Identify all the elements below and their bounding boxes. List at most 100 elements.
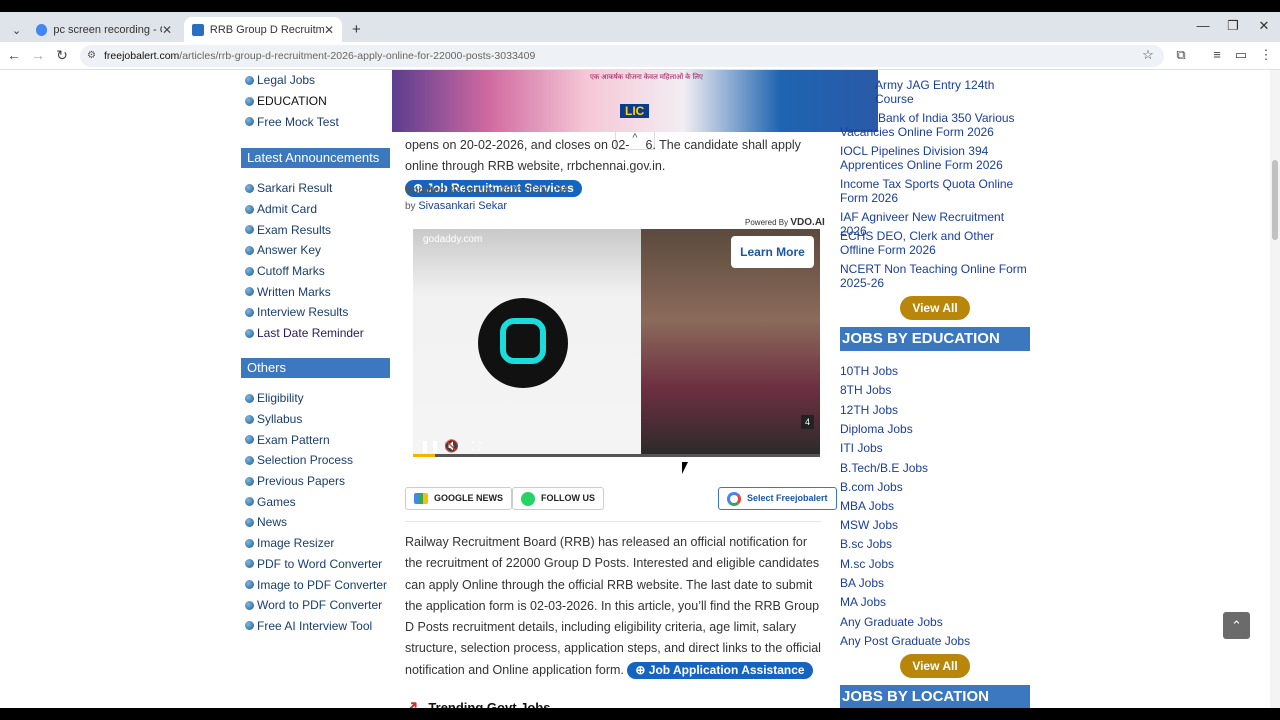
author-link[interactable]: Sivasankari Sekar: [418, 200, 507, 212]
minimize-icon[interactable]: —: [1188, 12, 1218, 40]
edu-item-iti[interactable]: ITI Jobs: [840, 441, 883, 455]
site-info-icon[interactable]: ⚙: [87, 45, 96, 67]
close-tab-icon[interactable]: ✕: [162, 23, 172, 37]
nav-item-free-mock-test[interactable]: Free Mock Test: [241, 111, 339, 132]
edu-item-10th[interactable]: 10TH Jobs: [840, 364, 898, 378]
video-progress-bar[interactable]: [413, 454, 820, 457]
nav-item-syllabus[interactable]: Syllabus: [241, 409, 387, 430]
right-link-ncert[interactable]: NCERT Non Teaching Online Form 2025-26: [840, 262, 1030, 290]
right-link-iocl[interactable]: IOCL Pipelines Division 394 Apprentices …: [840, 144, 1030, 172]
google-news-icon: [414, 493, 428, 504]
nav-item-news[interactable]: News: [241, 512, 387, 533]
nav-item-answer-key[interactable]: Answer Key: [241, 240, 364, 261]
article-paragraph: Railway Recruitment Board (RRB) has rele…: [405, 535, 821, 679]
lic-logo: LIC: [620, 104, 650, 118]
trending-arrow-icon: ↗: [405, 699, 419, 708]
google-news-button[interactable]: GOOGLE NEWS: [405, 487, 513, 510]
bullet-icon: [245, 266, 254, 276]
tab-search-button[interactable]: ⌄: [4, 18, 24, 43]
freejobalert-favicon-icon: [192, 23, 204, 36]
nav-item-pdf-to-word[interactable]: PDF to Word Converter: [241, 554, 387, 575]
media-control-icon[interactable]: ≡: [1207, 47, 1227, 62]
job-application-assistance-button[interactable]: ⊕ Job Application Assistance: [627, 661, 813, 679]
video-counter: 4: [801, 415, 815, 429]
nav-item-exam-pattern[interactable]: Exam Pattern: [241, 429, 387, 450]
scrollbar-thumb[interactable]: [1272, 160, 1278, 240]
reload-icon[interactable]: ↻: [52, 47, 72, 64]
bullet-icon: [245, 414, 254, 424]
fullscreen-icon[interactable]: ⛶: [472, 439, 480, 454]
menu-icon[interactable]: ⋮: [1256, 47, 1276, 63]
close-tab-icon[interactable]: ✕: [324, 23, 334, 37]
nav-item-exam-results[interactable]: Exam Results: [241, 219, 364, 240]
nav-item-sarkari-result[interactable]: Sarkari Result: [241, 178, 364, 199]
scroll-to-top-button[interactable]: ⌃: [1223, 612, 1250, 639]
edu-item-any-post-graduate[interactable]: Any Post Graduate Jobs: [840, 634, 970, 648]
right-link-echs[interactable]: ECHS DEO, Clerk and Other Offline Form 2…: [840, 229, 1030, 257]
mute-icon[interactable]: 🔇: [444, 439, 459, 453]
tab-strip: ⌄ pc screen recording - Google S ✕ RRB G…: [0, 12, 1280, 42]
view-all-education-button[interactable]: View All: [900, 654, 970, 678]
right-link-income-tax[interactable]: Income Tax Sports Quota Online Form 2026: [840, 177, 1030, 205]
profile-icon[interactable]: ▭: [1231, 47, 1251, 63]
select-freejobalert-button[interactable]: Select Freejobalert: [718, 487, 837, 510]
edu-item-12th[interactable]: 12TH Jobs: [840, 403, 898, 417]
nav-item-legal-jobs[interactable]: Legal Jobs: [241, 70, 339, 91]
address-bar: ← → ↻ ⚙ freejobalert.com/articles/rrb-gr…: [0, 42, 1280, 70]
bullet-icon: [245, 517, 254, 527]
video-player[interactable]: godaddy.com Learn More 4 ❚❚ 🔇 ⛶: [413, 229, 820, 457]
pause-icon[interactable]: ❚❚: [420, 439, 440, 453]
url-field[interactable]: ⚙ freejobalert.com/articles/rrb-group-d-…: [80, 45, 1164, 67]
nav-item-written-marks[interactable]: Written Marks: [241, 281, 364, 302]
edu-item-mba[interactable]: MBA Jobs: [840, 499, 894, 513]
back-icon[interactable]: ←: [4, 47, 24, 63]
tab-rrb-group-d[interactable]: RRB Group D Recruitment 2026 ✕: [184, 17, 342, 42]
others-list: Eligibility Syllabus Exam Pattern Select…: [241, 388, 387, 636]
google-icon: [727, 491, 741, 506]
nav-item-free-ai-interview[interactable]: Free AI Interview Tool: [241, 616, 387, 637]
bullet-icon: [245, 225, 254, 235]
bullet-icon: [245, 307, 254, 317]
edu-item-msw[interactable]: MSW Jobs: [840, 518, 898, 532]
lic-advertisement-banner[interactable]: एक आकर्षक योजना केवल महिलाओं के लिए LIC: [392, 70, 878, 132]
new-tab-button[interactable]: +: [344, 17, 364, 42]
nav-item-last-date-reminder[interactable]: Last Date Reminder: [241, 323, 364, 344]
bullet-icon: [245, 580, 254, 590]
edu-item-bsc[interactable]: B.sc Jobs: [840, 537, 892, 551]
edu-item-8th[interactable]: 8TH Jobs: [840, 383, 891, 397]
bookmark-star-icon[interactable]: ☆: [1138, 47, 1158, 63]
close-window-icon[interactable]: ✕: [1249, 12, 1279, 40]
nav-item-eligibility[interactable]: Eligibility: [241, 388, 387, 409]
nav-item-word-to-pdf[interactable]: Word to PDF Converter: [241, 595, 387, 616]
edu-item-ma[interactable]: MA Jobs: [840, 595, 886, 609]
nav-item-previous-papers[interactable]: Previous Papers: [241, 471, 387, 492]
edu-item-bcom[interactable]: B.com Jobs: [840, 480, 903, 494]
nav-item-interview-results[interactable]: Interview Results: [241, 302, 364, 323]
right-link-army-jag[interactable]: Army JAG Entry 124th Course: [875, 78, 1035, 106]
latest-announcements-list: Sarkari Result Admit Card Exam Results A…: [241, 178, 364, 344]
whatsapp-follow-button[interactable]: FOLLOW US: [512, 487, 604, 510]
tab-pc-screen-recording[interactable]: pc screen recording - Google S ✕: [28, 17, 180, 42]
maximize-icon[interactable]: ❐: [1218, 12, 1248, 40]
nav-item-image-resizer[interactable]: Image Resizer: [241, 533, 387, 554]
bullet-icon: [245, 435, 254, 445]
view-all-button[interactable]: View All: [900, 296, 970, 320]
nav-item-cutoff-marks[interactable]: Cutoff Marks: [241, 261, 364, 282]
edu-item-btech[interactable]: B.Tech/B.E Jobs: [840, 461, 928, 475]
nav-item-education[interactable]: EDUCATION: [241, 91, 339, 112]
page-scrollbar[interactable]: [1270, 70, 1280, 708]
nav-item-games[interactable]: Games: [241, 491, 387, 512]
edu-item-diploma[interactable]: Diploma Jobs: [840, 422, 913, 436]
learn-more-button[interactable]: Learn More: [731, 236, 814, 268]
edu-item-msc[interactable]: M.sc Jobs: [840, 557, 894, 571]
nav-item-admit-card[interactable]: Admit Card: [241, 199, 364, 220]
nav-item-selection-process[interactable]: Selection Process: [241, 450, 387, 471]
right-link-bank-of-india[interactable]: Bank of India 350 Various Vacancies Onli…: [840, 111, 1015, 139]
extensions-icon[interactable]: ⧉: [1171, 47, 1191, 63]
edu-item-any-graduate[interactable]: Any Graduate Jobs: [840, 615, 943, 629]
nav-item-image-to-pdf[interactable]: Image to PDF Converter: [241, 574, 387, 595]
forward-icon[interactable]: →: [28, 47, 48, 63]
bullet-icon: [245, 538, 254, 548]
screen-top-bar: [0, 0, 1280, 12]
edu-item-ba[interactable]: BA Jobs: [840, 576, 884, 590]
